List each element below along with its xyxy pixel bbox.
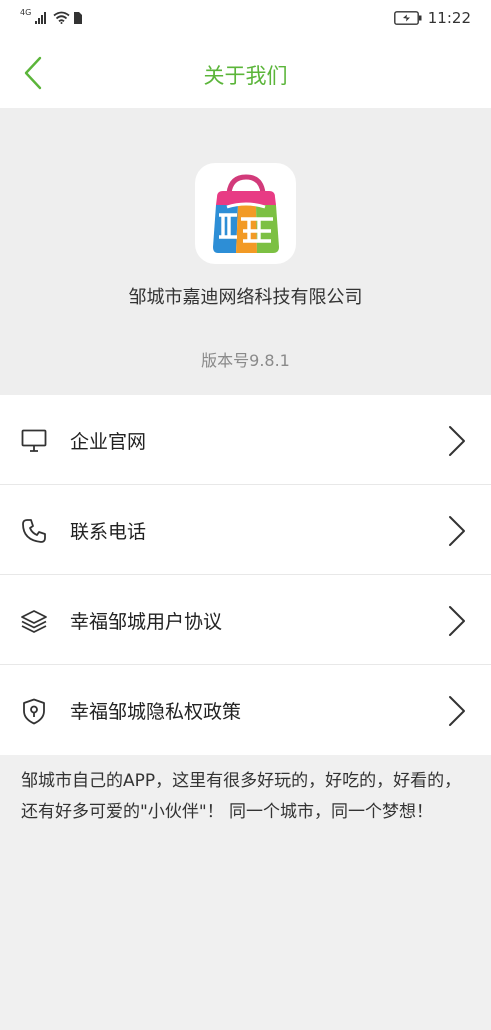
menu-item-label: 幸福邹城隐私权政策	[70, 701, 242, 723]
status-bar: 4G 11:22	[0, 0, 491, 38]
monitor-icon	[20, 428, 48, 454]
menu-item-phone[interactable]: 联系电话	[0, 485, 491, 575]
chevron-right-icon	[449, 696, 465, 726]
layers-icon	[20, 608, 48, 634]
company-name: 邹城市嘉迪网络科技有限公司	[128, 287, 363, 308]
about-header: 邹城市嘉迪网络科技有限公司 版本号9.8.1	[0, 108, 491, 395]
sim-icon	[74, 11, 83, 24]
menu-item-label: 企业官网	[70, 431, 147, 453]
shield-icon	[20, 698, 48, 724]
chevron-right-icon	[449, 606, 465, 636]
page-title: 关于我们	[203, 64, 288, 88]
menu-item-website[interactable]: 企业官网	[0, 395, 491, 485]
chevron-right-icon	[449, 426, 465, 456]
app-logo	[195, 163, 296, 264]
phone-icon	[20, 518, 48, 544]
battery-icon	[393, 11, 422, 25]
menu-item-privacy-policy[interactable]: 幸福邹城隐私权政策	[0, 665, 491, 755]
menu-item-label: 幸福邹城用户协议	[70, 611, 223, 633]
network-label: 4G	[20, 8, 32, 17]
shopping-bag-logo-icon	[212, 173, 279, 253]
nav-bar: 关于我们	[0, 38, 491, 108]
menu-item-label: 联系电话	[70, 521, 147, 543]
status-indicators: 4G	[20, 8, 83, 24]
version-label: 版本号9.8.1	[201, 351, 290, 370]
wifi-icon	[53, 11, 70, 24]
status-right: 11:22	[393, 9, 471, 27]
clock: 11:22	[427, 9, 471, 27]
menu-list: 企业官网 联系电话 幸福邹城用户协议 幸福邹城隐私权政策	[0, 395, 491, 755]
app-description: 邹城市自己的APP，这里有很多好玩的，好吃的，好看的，还有好多可爱的"小伙伴"！…	[21, 771, 462, 822]
chevron-right-icon	[449, 516, 465, 546]
menu-item-user-agreement[interactable]: 幸福邹城用户协议	[0, 575, 491, 665]
signal-icon	[35, 11, 47, 24]
